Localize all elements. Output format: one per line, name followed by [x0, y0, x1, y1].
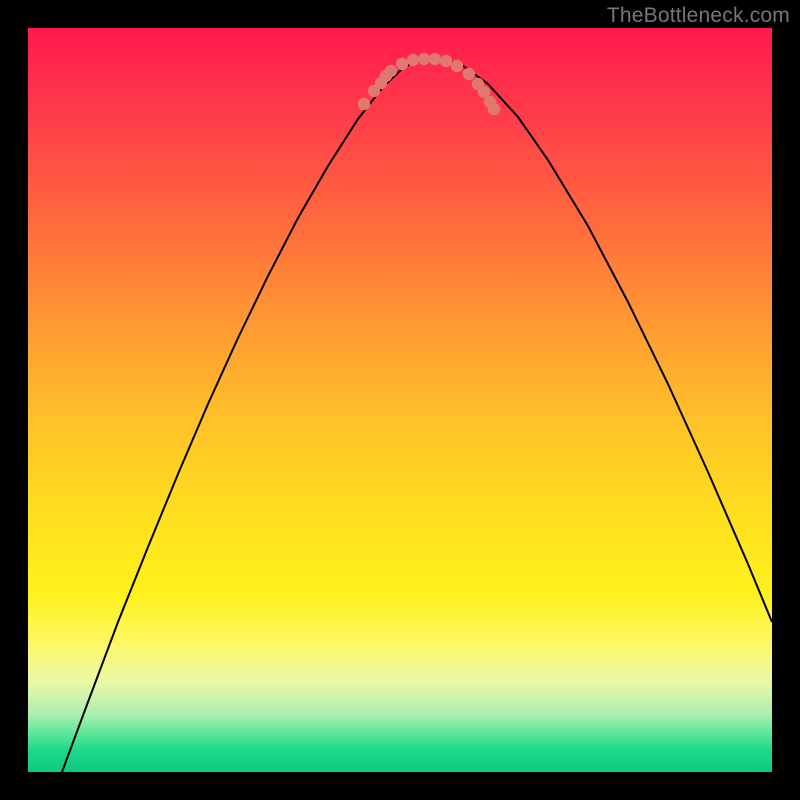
highlight-dot — [407, 54, 419, 66]
bottleneck-curve — [62, 58, 772, 772]
highlight-dot — [488, 103, 500, 115]
highlight-dot — [418, 53, 430, 65]
plot-area — [28, 28, 772, 772]
outer-frame: TheBottleneck.com — [0, 0, 800, 800]
highlight-dot — [396, 58, 408, 70]
highlight-dot — [463, 68, 475, 80]
markers-group — [358, 53, 500, 115]
highlight-dot — [440, 55, 452, 67]
chart-svg — [28, 28, 772, 772]
highlight-dot — [429, 53, 441, 65]
curve-group — [62, 58, 772, 772]
highlight-dot — [451, 60, 463, 72]
highlight-dot — [358, 98, 370, 110]
watermark-text: TheBottleneck.com — [607, 4, 790, 28]
highlight-dot — [385, 65, 397, 77]
